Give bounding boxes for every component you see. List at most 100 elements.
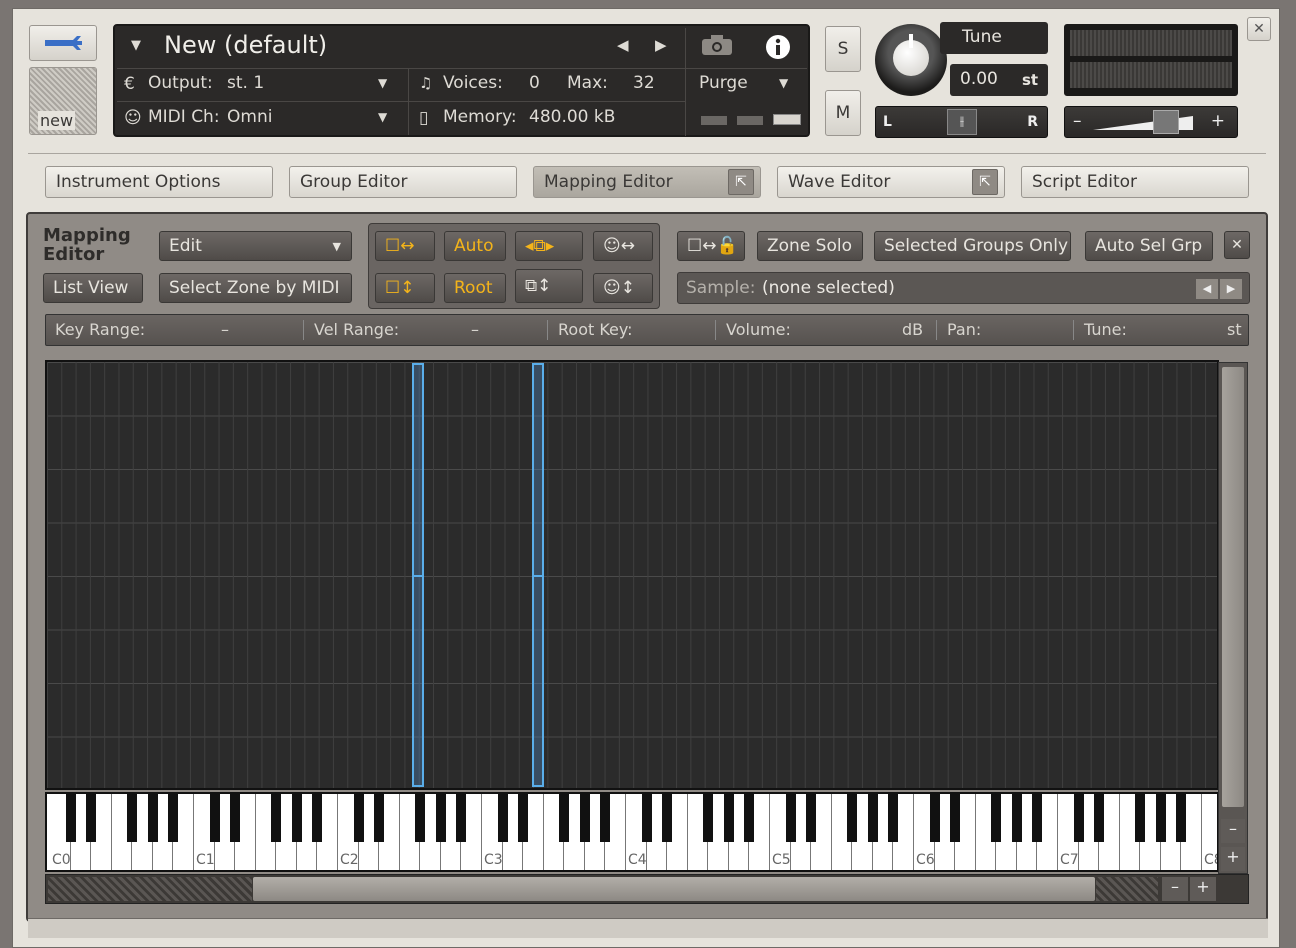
- vel-range-value[interactable]: –: [471, 320, 479, 339]
- tab-group-editor[interactable]: Group Editor: [289, 166, 517, 198]
- midi-value[interactable]: Omni: [227, 107, 272, 127]
- mapping-zone[interactable]: [532, 363, 544, 787]
- keyboard[interactable]: C0 C1 C2 C3 C4 C5 C6 C7 C8: [45, 792, 1219, 872]
- black-key[interactable]: [65, 794, 76, 842]
- tab-instrument-options[interactable]: Instrument Options: [45, 166, 273, 198]
- popout-icon[interactable]: ⇱: [728, 169, 754, 195]
- horizontal-scrollbar[interactable]: – +: [45, 874, 1249, 904]
- black-key[interactable]: [353, 794, 364, 842]
- black-key[interactable]: [374, 794, 385, 842]
- output-value[interactable]: st. 1: [227, 73, 264, 93]
- black-key[interactable]: [991, 794, 1002, 842]
- selected-groups-only-button[interactable]: Selected Groups Only: [874, 231, 1071, 261]
- close-instrument-button[interactable]: ✕: [1247, 17, 1271, 41]
- tab-script-editor[interactable]: Script Editor: [1021, 166, 1249, 198]
- tune-value[interactable]: 0.00: [960, 69, 998, 89]
- black-key[interactable]: [867, 794, 878, 842]
- duplicate-vertical-button[interactable]: ⧉↕: [515, 269, 583, 303]
- auto-sel-grp-button[interactable]: Auto Sel Grp: [1085, 231, 1213, 261]
- volume-plus[interactable]: +: [1211, 111, 1225, 131]
- black-key[interactable]: [230, 794, 241, 842]
- mute-button[interactable]: M: [825, 90, 861, 136]
- black-key[interactable]: [271, 794, 282, 842]
- output-dropdown-icon[interactable]: ▼: [378, 76, 387, 90]
- black-key[interactable]: [641, 794, 652, 842]
- move-zone-horizontal-button[interactable]: ☐↔: [375, 231, 435, 261]
- duplicate-horizontal-button[interactable]: ◂⧉▸: [515, 231, 583, 261]
- pan-slider[interactable]: L R ⫲: [875, 106, 1048, 138]
- volume-slider[interactable]: – +: [1064, 106, 1238, 138]
- popout-icon[interactable]: ⇱: [972, 169, 998, 195]
- horizontal-scroll-thumb[interactable]: [253, 877, 1095, 901]
- black-key[interactable]: [662, 794, 673, 842]
- black-key[interactable]: [806, 794, 817, 842]
- edit-menu[interactable]: Edit ▼: [159, 231, 352, 261]
- black-key[interactable]: [559, 794, 570, 842]
- info-icon[interactable]: [765, 34, 791, 60]
- black-key[interactable]: [579, 794, 590, 842]
- midi-vertical-button[interactable]: ☺↕: [593, 273, 653, 303]
- close-mapping-button[interactable]: ✕: [1224, 231, 1250, 259]
- tab-wave-editor[interactable]: Wave Editor ⇱: [777, 166, 1005, 198]
- zoom-in-horizontal-button[interactable]: +: [1190, 877, 1216, 901]
- zoom-out-horizontal-button[interactable]: –: [1162, 877, 1188, 901]
- black-key[interactable]: [291, 794, 302, 842]
- black-key[interactable]: [312, 794, 323, 842]
- black-key[interactable]: [168, 794, 179, 842]
- instrument-name[interactable]: New (default): [164, 31, 327, 59]
- black-key[interactable]: [456, 794, 467, 842]
- black-key[interactable]: [209, 794, 220, 842]
- midi-horizontal-button[interactable]: ☺↔: [593, 231, 653, 261]
- zoom-out-vertical-button[interactable]: –: [1221, 819, 1245, 843]
- wrench-button[interactable]: [29, 25, 97, 61]
- black-key[interactable]: [1032, 794, 1043, 842]
- black-key[interactable]: [785, 794, 796, 842]
- black-key[interactable]: [744, 794, 755, 842]
- black-key[interactable]: [1073, 794, 1084, 842]
- mapping-grid[interactable]: [45, 360, 1219, 790]
- black-key[interactable]: [518, 794, 529, 842]
- prev-instrument-icon[interactable]: ◀: [617, 36, 629, 54]
- black-key[interactable]: [1135, 794, 1146, 842]
- black-key[interactable]: [86, 794, 97, 842]
- move-zone-vertical-button[interactable]: ☐↕: [375, 273, 435, 303]
- list-view-button[interactable]: List View: [43, 273, 143, 303]
- black-key[interactable]: [1011, 794, 1022, 842]
- next-instrument-icon[interactable]: ▶: [655, 36, 667, 54]
- sample-prev-icon[interactable]: ◀: [1196, 279, 1218, 299]
- volume-handle[interactable]: [1153, 110, 1179, 134]
- lock-zone-button[interactable]: ☐↔🔓: [677, 231, 745, 261]
- black-key[interactable]: [1094, 794, 1105, 842]
- camera-icon[interactable]: [701, 34, 733, 56]
- black-key[interactable]: [600, 794, 611, 842]
- new-instrument-button[interactable]: new: [29, 67, 97, 135]
- black-key[interactable]: [1155, 794, 1166, 842]
- black-key[interactable]: [435, 794, 446, 842]
- black-key[interactable]: [703, 794, 714, 842]
- tune-knob[interactable]: [875, 24, 947, 96]
- tab-mapping-editor[interactable]: Mapping Editor ⇱: [533, 166, 761, 198]
- select-zone-by-midi-button[interactable]: Select Zone by MIDI: [159, 273, 352, 303]
- vertical-scrollbar[interactable]: – +: [1218, 362, 1248, 874]
- purge-dropdown-icon[interactable]: ▼: [779, 76, 788, 90]
- black-key[interactable]: [147, 794, 158, 842]
- auto-button[interactable]: Auto: [444, 231, 506, 261]
- black-key[interactable]: [929, 794, 940, 842]
- mapping-zone[interactable]: [412, 363, 424, 787]
- black-key[interactable]: [888, 794, 899, 842]
- solo-button[interactable]: S: [825, 26, 861, 72]
- max-voices-value[interactable]: 32: [633, 73, 655, 93]
- black-key[interactable]: [1176, 794, 1187, 842]
- zoom-in-vertical-button[interactable]: +: [1221, 847, 1245, 871]
- black-key[interactable]: [127, 794, 138, 842]
- root-button[interactable]: Root: [444, 273, 506, 303]
- sample-next-icon[interactable]: ▶: [1220, 279, 1242, 299]
- midi-dropdown-icon[interactable]: ▼: [378, 110, 387, 124]
- volume-minus[interactable]: –: [1073, 111, 1082, 131]
- zone-solo-button[interactable]: Zone Solo: [757, 231, 863, 261]
- chevron-down-icon[interactable]: ▼: [131, 38, 141, 53]
- key-range-value[interactable]: –: [221, 320, 229, 339]
- black-key[interactable]: [415, 794, 426, 842]
- black-key[interactable]: [950, 794, 961, 842]
- black-key[interactable]: [497, 794, 508, 842]
